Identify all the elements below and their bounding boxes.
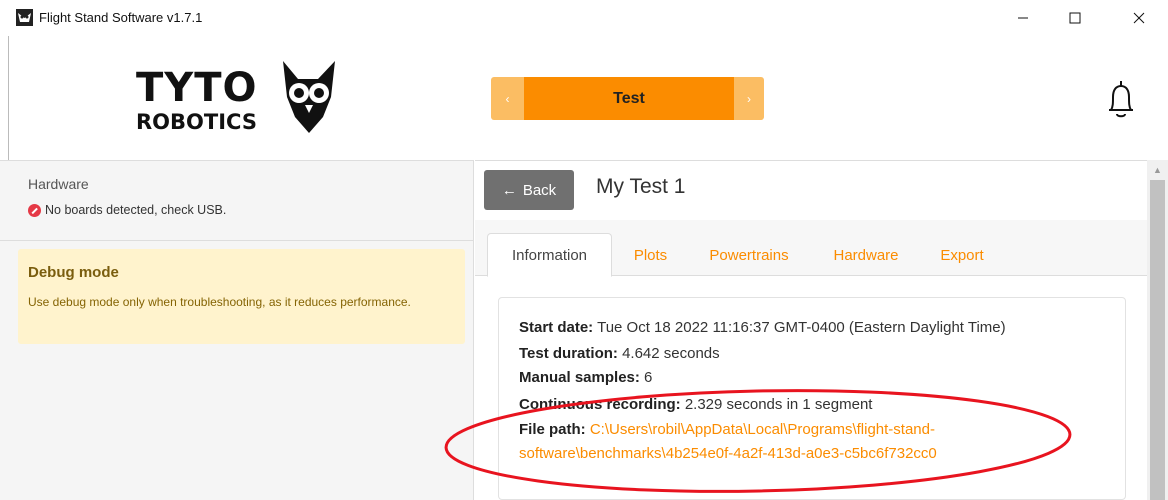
samples-row: Manual samples: 6 (519, 369, 652, 386)
svg-text:ROBOTICS: ROBOTICS (136, 110, 257, 134)
minimize-button[interactable] (1008, 6, 1038, 30)
maximize-icon (1069, 12, 1081, 24)
tab-plots[interactable]: Plots (618, 233, 683, 277)
debug-mode-title: Debug mode (28, 264, 119, 281)
window-title: Flight Stand Software v1.7.1 (39, 10, 203, 25)
duration-value: 4.642 seconds (622, 345, 720, 362)
scrollbar-thumb[interactable] (1150, 180, 1165, 500)
nav-prev-button[interactable]: ‹ (491, 77, 524, 120)
samples-label: Manual samples: (519, 369, 640, 386)
back-button[interactable]: ← Back (484, 170, 574, 210)
tab-hardware[interactable]: Hardware (816, 233, 916, 277)
continuous-row: Continuous recording: 2.329 seconds in 1… (519, 396, 872, 413)
scroll-up-arrow-icon[interactable]: ▲ (1150, 163, 1165, 177)
close-icon (1133, 12, 1145, 24)
duration-row: Test duration: 4.642 seconds (519, 345, 720, 362)
main-header (475, 160, 1147, 220)
nav-current-page[interactable]: Test (524, 77, 734, 120)
tab-export[interactable]: Export (926, 233, 998, 277)
samples-value: 6 (644, 369, 653, 386)
owl-app-icon (16, 9, 33, 26)
file-path-link[interactable]: C:\Users\robil\AppData\Local\Programs\fl… (590, 421, 935, 438)
continuous-label: Continuous recording: (519, 396, 681, 413)
start-date-value: Tue Oct 18 2022 11:16:37 GMT-0400 (Easte… (597, 319, 1006, 336)
hardware-status-text: No boards detected, check USB. (45, 203, 227, 217)
start-date-row: Start date: Tue Oct 18 2022 11:16:37 GMT… (519, 319, 1006, 336)
tab-information[interactable]: Information (487, 233, 612, 277)
duration-label: Test duration: (519, 345, 618, 362)
minimize-icon (1018, 17, 1028, 19)
close-button[interactable] (1124, 6, 1154, 30)
hardware-status: No boards detected, check USB. (28, 203, 226, 217)
tab-powertrains[interactable]: Powertrains (693, 233, 805, 277)
back-button-label: Back (522, 181, 557, 199)
owl-logo-icon (282, 61, 336, 133)
file-path-label: File path: (519, 421, 586, 438)
svg-text:TYTO: TYTO (136, 65, 258, 111)
title-bar: Flight Stand Software v1.7.1 (0, 0, 1168, 36)
arrow-left-icon: ← (501, 181, 517, 199)
file-path-row: File path: C:\Users\robil\AppData\Local\… (519, 421, 935, 438)
debug-mode-text: Use debug mode only when troubleshooting… (28, 295, 411, 309)
maximize-button[interactable] (1060, 6, 1090, 30)
nav-next-button[interactable]: › (734, 77, 764, 120)
hardware-title: Hardware (28, 176, 89, 192)
file-path-link-continued[interactable]: software\benchmarks\4b254e0f-4a2f-413d-a… (519, 445, 937, 462)
error-icon (28, 203, 41, 217)
continuous-value: 2.329 seconds in 1 segment (684, 396, 873, 413)
test-title: My Test 1 (596, 175, 686, 198)
start-date-label: Start date: (519, 319, 594, 336)
sidebar-divider (0, 240, 474, 241)
tyto-robotics-logo: TYTO ROBOTICS (136, 61, 336, 134)
window-edge (8, 36, 9, 160)
bell-icon[interactable] (1105, 79, 1137, 121)
